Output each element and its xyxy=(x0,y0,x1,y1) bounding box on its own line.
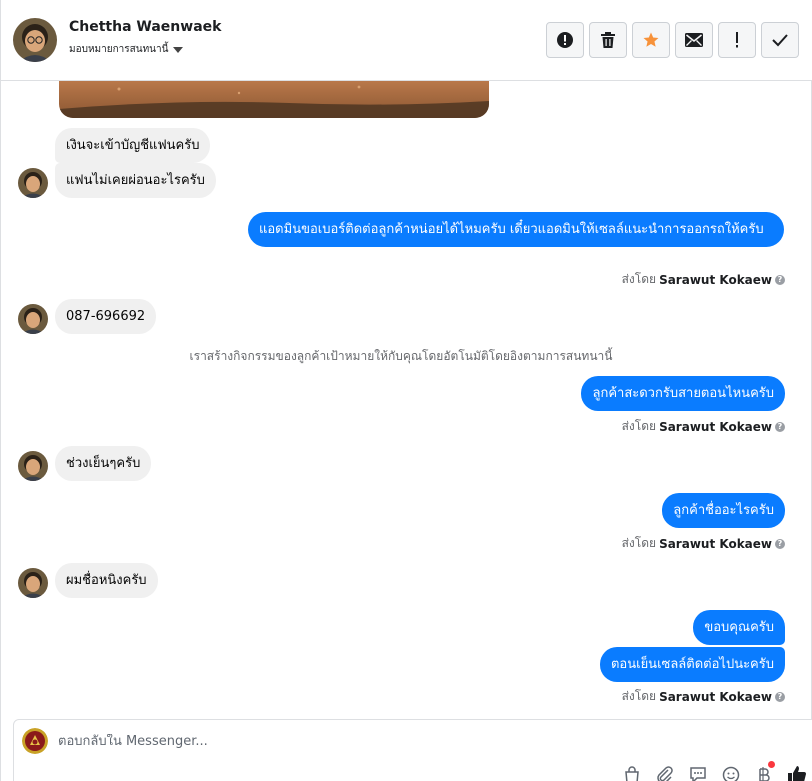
like-icon xyxy=(788,766,806,781)
delete-button[interactable] xyxy=(589,22,627,58)
contact-avatar-small xyxy=(18,451,48,481)
mark-done-button[interactable] xyxy=(761,22,799,58)
question-icon[interactable]: ? xyxy=(775,538,785,549)
message-bubble-outgoing[interactable]: ตอนเย็นเซลล์ติดต่อไปนะครับ xyxy=(599,647,785,682)
contact-avatar-small xyxy=(18,304,48,334)
message-bubble-incoming[interactable]: 087-696692 xyxy=(55,299,157,334)
caret-down-icon xyxy=(173,46,184,53)
saved-replies-button[interactable] xyxy=(622,765,642,781)
sender-name: Sarawut Kokaew xyxy=(659,536,772,551)
notification-dot xyxy=(768,761,775,768)
sent-by-prefix: ส่งโดย xyxy=(621,689,657,703)
mark-unread-button[interactable] xyxy=(675,22,713,58)
star-icon xyxy=(643,32,659,47)
emoji-button[interactable] xyxy=(721,765,741,781)
page-avatar xyxy=(22,728,48,754)
sent-by-prefix: ส่งโดย xyxy=(621,272,657,286)
attach-file-button[interactable] xyxy=(655,765,675,781)
message-bubble-incoming[interactable]: ผมชื่อหนิงครับ xyxy=(55,563,158,598)
question-icon[interactable]: ? xyxy=(775,274,785,285)
emoji-icon xyxy=(722,766,740,781)
message-bubble-incoming[interactable]: แฟนไม่เคยผ่อนอะไรครับ xyxy=(55,163,216,198)
contact-avatar-small xyxy=(18,568,48,598)
question-icon[interactable]: ? xyxy=(775,421,785,432)
assign-conversation-dropdown[interactable]: มอบหมายการสนทนานี้ xyxy=(69,42,184,57)
header-actions xyxy=(546,22,799,58)
contact-name[interactable]: Chettha Waenwaek xyxy=(69,19,221,35)
message-thread: เงินจะเข้าบัญชีแฟนครับ แฟนไม่เคยผ่อนอะไร… xyxy=(1,81,812,719)
reply-composer xyxy=(13,719,812,781)
message-bubble-outgoing[interactable]: ขอบคุณครับ xyxy=(693,610,785,645)
paperclip-icon xyxy=(657,766,673,781)
star-button[interactable] xyxy=(632,22,670,58)
sender-name: Sarawut Kokaew xyxy=(659,272,772,287)
message-bubble-outgoing[interactable]: ลูกค้าชื่ออะไรครับ xyxy=(662,493,785,528)
sent-by-prefix: ส่งโดย xyxy=(621,536,657,550)
sent-by-label: ส่งโดย Sarawut Kokaew ? xyxy=(622,534,785,553)
mail-icon xyxy=(685,33,703,47)
reply-input[interactable] xyxy=(58,734,558,749)
sent-by-label: ส่งโดย Sarawut Kokaew ? xyxy=(622,417,785,436)
conversation-header: Chettha Waenwaek มอบหมายการสนทนานี้ xyxy=(1,0,812,81)
message-bubble-incoming[interactable]: ช่วงเย็นๆครับ xyxy=(55,446,152,481)
message-bubble-outgoing[interactable]: แอดมินขอเบอร์ติดต่อลูกค้าหน่อยได้ไหมครับ… xyxy=(248,212,784,247)
bag-icon xyxy=(625,766,639,781)
alert-icon xyxy=(557,32,573,48)
system-note: เราสร้างกิจกรรมของลูกค้าเป้าหมายให้กับคุ… xyxy=(189,349,613,363)
contact-avatar-small xyxy=(18,168,48,198)
composer-toolbar xyxy=(622,761,807,781)
spam-button[interactable] xyxy=(718,22,756,58)
sent-by-label: ส่งโดย Sarawut Kokaew ? xyxy=(622,270,785,289)
contact-avatar[interactable] xyxy=(13,18,57,62)
sent-by-prefix: ส่งโดย xyxy=(621,419,657,433)
exclamation-icon xyxy=(736,32,738,48)
like-button[interactable] xyxy=(787,765,807,781)
message-bubble-incoming[interactable]: เงินจะเข้าบัญชีแฟนครับ xyxy=(55,128,211,163)
shared-photo[interactable] xyxy=(59,81,489,118)
messenger-conversation-panel: Chettha Waenwaek มอบหมายการสนทนานี้ เงิน… xyxy=(0,0,812,781)
question-icon[interactable]: ? xyxy=(775,691,785,702)
alert-button[interactable] xyxy=(546,22,584,58)
message-bubble-outgoing[interactable]: ลูกค้าสะดวกรับสายตอนไหนครับ xyxy=(581,376,785,411)
baht-icon xyxy=(759,767,770,781)
speech-bubble-icon xyxy=(690,767,706,781)
sender-name: Sarawut Kokaew xyxy=(659,689,772,704)
message-templates-button[interactable] xyxy=(688,765,708,781)
payment-button[interactable] xyxy=(754,761,775,781)
assign-label: มอบหมายการสนทนานี้ xyxy=(69,44,169,55)
check-icon xyxy=(772,34,788,47)
sender-name: Sarawut Kokaew xyxy=(659,419,772,434)
sent-by-label: ส่งโดย Sarawut Kokaew ? xyxy=(622,687,785,706)
trash-icon xyxy=(601,32,615,48)
